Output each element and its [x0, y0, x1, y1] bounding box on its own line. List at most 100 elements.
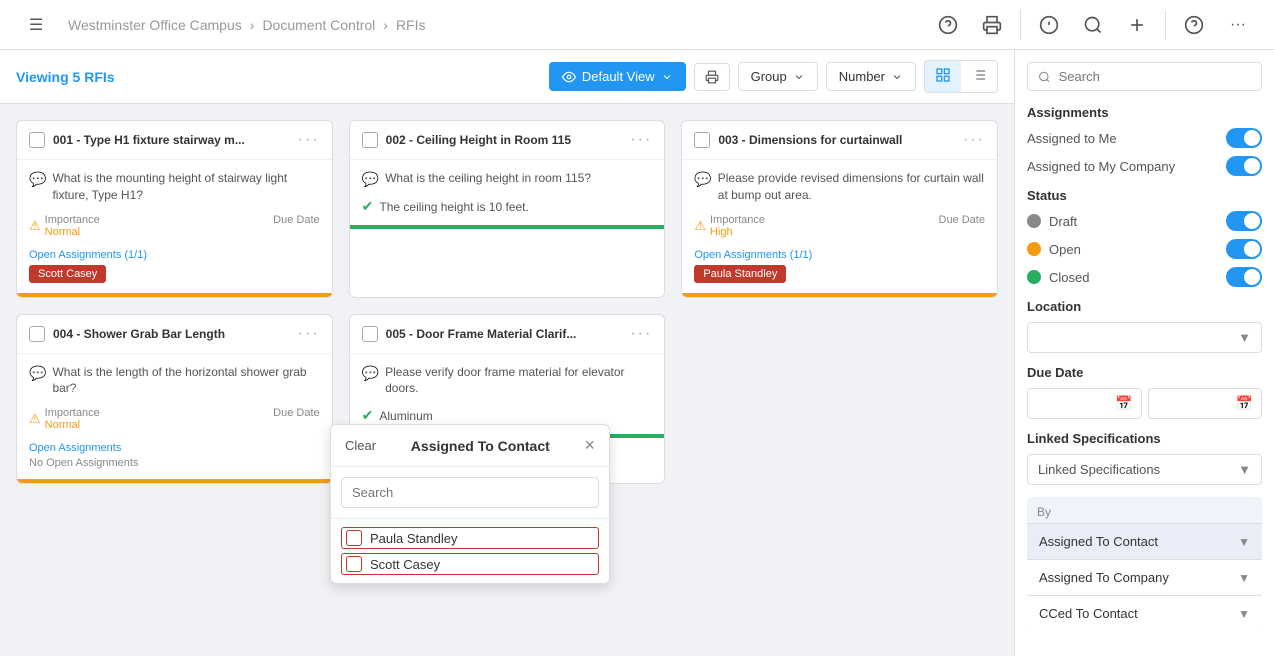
list-view-button[interactable]: [961, 61, 997, 92]
status-draft-row: Draft: [1027, 211, 1262, 231]
open-label: Open: [1049, 242, 1218, 257]
status-section: Status Draft Open Closed: [1027, 188, 1262, 287]
location-select[interactable]: ▼: [1027, 322, 1262, 353]
grid-view-button[interactable]: [925, 61, 961, 92]
calendar-from-icon: 📅: [1115, 395, 1132, 412]
card-001-checkbox[interactable]: [29, 132, 45, 148]
assignments-link-004[interactable]: Open Assignments: [29, 442, 121, 454]
assigned-to-me-label: Assigned to Me: [1027, 131, 1117, 146]
contact-label-paula: Paula Standley: [370, 531, 457, 546]
assigned-to-company-toggle[interactable]: [1226, 156, 1262, 176]
card-004-assignments: Open Assignments No Open Assignments: [29, 439, 320, 469]
card-003-message: 💬 Please provide revised dimensions for …: [694, 170, 985, 204]
draft-toggle[interactable]: [1226, 211, 1262, 231]
due-date-004: Due Date: [273, 407, 319, 431]
card-002-answer-row: ✔ The ceiling height is 10 feet.: [362, 198, 653, 215]
dropdown-item-scott[interactable]: Scott Casey: [341, 553, 599, 575]
importance-row-004: ⚠ Importance Normal: [29, 407, 100, 431]
card-002-checkbox[interactable]: [362, 132, 378, 148]
date-to-input[interactable]: 📅: [1148, 388, 1263, 419]
card-002-message: 💬 What is the ceiling height in room 115…: [362, 170, 653, 188]
status-closed-row: Closed: [1027, 267, 1262, 287]
linked-spec-select[interactable]: Linked Specifications ▼: [1027, 454, 1262, 485]
card-004-header: 004 - Shower Grab Bar Length ···: [17, 315, 332, 354]
importance-row: ⚠ Importance Normal: [29, 214, 100, 238]
view-toggle: [924, 60, 998, 93]
card-002-menu[interactable]: ···: [630, 131, 652, 149]
assignments-link-003[interactable]: Open Assignments (1/1): [694, 249, 812, 261]
question-button[interactable]: [1174, 5, 1214, 45]
closed-toggle[interactable]: [1226, 267, 1262, 287]
card-001-header: 001 - Type H1 fixture stairway m... ···: [17, 121, 332, 160]
check-icon-005: ✔: [362, 407, 374, 424]
card-005-menu[interactable]: ···: [630, 325, 652, 343]
by-cced-contact-chevron: ▼: [1238, 607, 1250, 621]
breadcrumb-rfis[interactable]: RFIs: [396, 17, 426, 33]
search-button[interactable]: [1073, 5, 1113, 45]
by-label: By: [1027, 497, 1262, 523]
group-button[interactable]: Group: [738, 62, 818, 91]
closed-dot: [1027, 270, 1041, 284]
print-toolbar-button[interactable]: [694, 63, 730, 91]
importance-icon: ⚠: [29, 218, 41, 234]
card-003-checkbox[interactable]: [694, 132, 710, 148]
open-dot: [1027, 242, 1041, 256]
default-view-button[interactable]: Default View: [549, 62, 686, 91]
menu-button[interactable]: ☰: [16, 5, 56, 45]
card-002-body: 💬 What is the ceiling height in room 115…: [350, 160, 665, 225]
add-button[interactable]: [1117, 5, 1157, 45]
dropdown-list: Paula Standley Scott Casey: [331, 519, 609, 583]
dropdown-title: Assigned To Contact: [411, 438, 550, 454]
by-cced-contact[interactable]: CCed To Contact ▼: [1027, 595, 1262, 631]
card-001-title: 001 - Type H1 fixture stairway m...: [53, 133, 290, 147]
contact-checkbox-paula[interactable]: [346, 530, 362, 546]
date-from-input[interactable]: 📅: [1027, 388, 1142, 419]
sidebar-search-input[interactable]: [1059, 69, 1251, 84]
breadcrumb-sep2: ›: [383, 17, 388, 33]
info-button[interactable]: [1029, 5, 1069, 45]
print-button[interactable]: [972, 5, 1012, 45]
location-section-title: Location: [1027, 299, 1262, 314]
dropdown-search: [331, 467, 609, 519]
importance-value-004: Normal: [45, 419, 100, 431]
importance-value-003: High: [710, 226, 765, 238]
dropdown-close-button[interactable]: ×: [584, 435, 595, 456]
card-002: 002 - Ceiling Height in Room 115 ··· 💬 W…: [349, 120, 666, 298]
dropdown-item-paula[interactable]: Paula Standley: [341, 527, 599, 549]
card-004-body: 💬 What is the length of the horizontal s…: [17, 354, 332, 480]
card-004-checkbox[interactable]: [29, 326, 45, 342]
card-002-title: 002 - Ceiling Height in Room 115: [386, 133, 623, 147]
by-assigned-contact[interactable]: Assigned To Contact ▼: [1027, 523, 1262, 559]
card-005-checkbox[interactable]: [362, 326, 378, 342]
more-button[interactable]: ···: [1218, 5, 1258, 45]
card-004-message: 💬 What is the length of the horizontal s…: [29, 364, 320, 398]
by-assigned-company[interactable]: Assigned To Company ▼: [1027, 559, 1262, 595]
card-001-menu[interactable]: ···: [298, 131, 320, 149]
card-004-menu[interactable]: ···: [298, 325, 320, 343]
assigned-contact-dropdown: Clear Assigned To Contact × Paula Standl…: [330, 424, 610, 584]
dropdown-clear-button[interactable]: Clear: [345, 438, 376, 453]
assigned-to-me-toggle[interactable]: [1226, 128, 1262, 148]
no-assignments-004: No Open Assignments: [29, 457, 138, 469]
card-005-header: 005 - Door Frame Material Clarif... ···: [350, 315, 665, 354]
number-button[interactable]: Number: [826, 62, 916, 91]
search-icon: [1038, 70, 1051, 84]
help-circle-button[interactable]: [928, 5, 968, 45]
dropdown-search-input[interactable]: [341, 477, 599, 508]
open-toggle[interactable]: [1226, 239, 1262, 259]
breadcrumb-campus[interactable]: Westminster Office Campus: [68, 17, 242, 33]
breadcrumb-sep1: ›: [250, 17, 255, 33]
card-003-menu[interactable]: ···: [963, 131, 985, 149]
content-area: Viewing 5 RFIs Default View Group Number: [0, 50, 1014, 656]
contact-checkbox-scott[interactable]: [346, 556, 362, 572]
assignments-link[interactable]: Open Assignments (1/1): [29, 249, 147, 261]
card-003-assignments: Open Assignments (1/1) Paula Standley: [694, 246, 985, 283]
card-002-answer: The ceiling height is 10 feet.: [379, 200, 528, 214]
card-002-footer: [350, 225, 665, 229]
breadcrumb-document-control[interactable]: Document Control: [262, 17, 375, 33]
number-label: Number: [839, 69, 885, 84]
linked-spec-label: Linked Specifications: [1038, 462, 1160, 477]
calendar-to-icon: 📅: [1236, 395, 1253, 412]
card-003: 003 - Dimensions for curtainwall ··· 💬 P…: [681, 120, 998, 298]
due-date-label: Due Date: [273, 214, 319, 226]
